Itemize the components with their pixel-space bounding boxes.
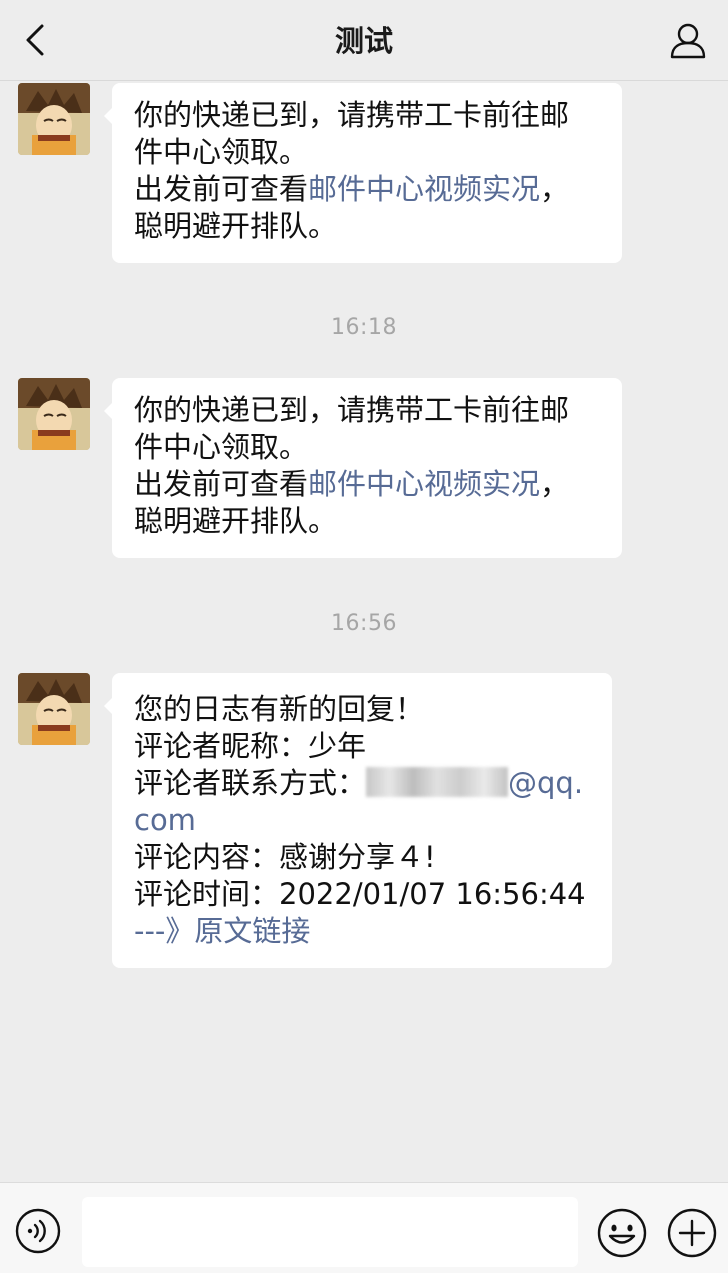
person-icon[interactable] [668,20,708,60]
input-bar [0,1182,728,1273]
message-bubble[interactable]: 你的快递已到，请携带工卡前往邮 件中心领取。 出发前可查看邮件中心视频实况， 聪… [104,83,622,263]
voice-icon[interactable] [14,1207,62,1255]
comment-content: 感谢分享４! [279,840,436,874]
message-input[interactable] [82,1197,578,1267]
message-text: 出发前可查看 [134,467,309,501]
email-link[interactable]: com [134,803,196,837]
field-label: 评论者联系方式： [134,766,367,800]
avatar-image [18,83,90,155]
plus-icon[interactable] [666,1207,718,1259]
mail-center-video-link[interactable]: 邮件中心视频实况 [308,467,540,501]
nav-bar: 测试 [0,0,728,81]
message-text: 你的快递已到，请携带工卡前往邮 [134,393,570,427]
avatar[interactable] [18,673,90,745]
field-label: 评论者昵称： [134,729,309,763]
timestamp: 16:56 [331,611,397,636]
bubble-tail [104,697,113,715]
avatar[interactable] [18,83,90,155]
timestamp: 16:18 [331,315,397,340]
message-text: 件中心领取。 [134,430,309,464]
mail-center-video-link[interactable]: 邮件中心视频实况 [308,172,540,206]
bubble-tail [104,402,113,420]
chat-title: 测试 [334,24,393,58]
message-text: 聪明避开排队。 [134,209,338,243]
comment-time: 2022/01/07 16:56:44 [279,877,586,911]
field-label: 评论内容： [134,840,280,874]
message-bubble[interactable]: 您的日志有新的回复！ 评论者昵称：少年 评论者联系方式： @qq. com 评论内容… [104,673,612,968]
message-text: ， [540,467,570,501]
message-bubble[interactable]: 你的快递已到，请携带工卡前往邮 件中心领取。 出发前可查看邮件中心视频实况， 聪… [104,378,622,558]
message-list[interactable]: 你的快递已到，请携带工卡前往邮 件中心领取。 出发前可查看邮件中心视频实况， 聪… [0,81,728,1181]
original-article-link[interactable]: ---》原文链接 [134,914,310,948]
notification-title: 您的日志有新的回复！ [134,692,425,726]
field-label: 评论时间： [134,877,280,911]
emoji-icon[interactable] [596,1207,648,1259]
nickname-value: 少年 [308,729,367,763]
redacted-block [366,767,509,797]
message-text: ， [540,172,570,206]
avatar[interactable] [18,378,90,450]
email-link[interactable]: @qq. [508,766,583,800]
avatar-image [18,673,90,745]
message-text: 件中心领取。 [134,135,309,169]
message-text: 你的快递已到，请携带工卡前往邮 [134,98,570,132]
message-text: 聪明避开排队。 [134,504,338,538]
avatar-image [18,378,90,450]
message-text: 出发前可查看 [134,172,309,206]
bubble-tail [104,107,113,125]
